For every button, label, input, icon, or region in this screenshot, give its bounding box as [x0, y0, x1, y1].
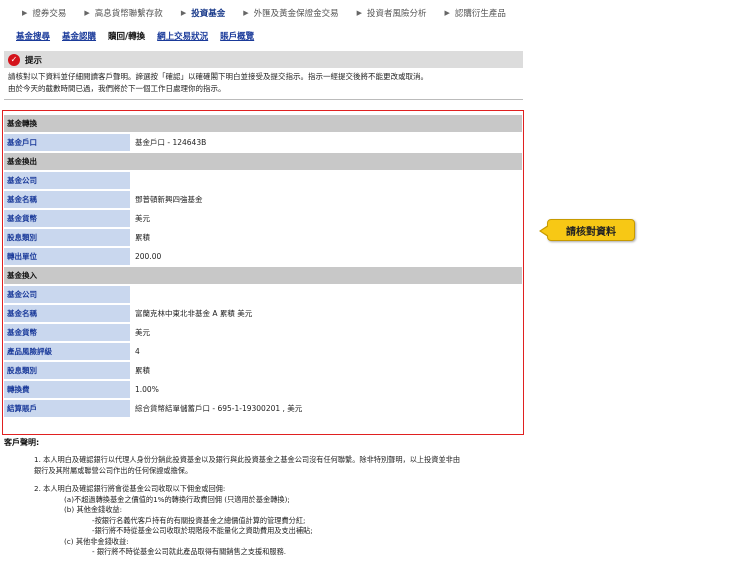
in-currency-value: 美元	[130, 324, 522, 341]
notice-line: 請核對以下資料並仔細閱讀客戶聲明。諦選按「確認」以確確閣下明白並接受及提交指示。…	[8, 72, 428, 81]
section-header-in: 基金換入	[4, 267, 522, 284]
in-settlement-account-label: 結算賬戶	[4, 400, 130, 417]
triangle-right-icon: ▶	[180, 9, 187, 17]
notice-title: 提示	[25, 55, 43, 66]
declaration-line: - 銀行將不時從基金公司就此產品取得有關銷售之支援和服務.	[92, 547, 287, 556]
out-company-value	[130, 172, 522, 189]
in-company-value	[130, 286, 522, 303]
in-risk-rating-label: 產品風險評級	[4, 343, 130, 360]
triangle-right-icon: ▶	[22, 9, 28, 17]
declaration-line: 1. 本人明白及確認銀行以代理人身份分銷此投資基金以及銀行與此投資基金之基金公司…	[34, 455, 461, 464]
out-units-label: 轉出單位	[4, 248, 130, 265]
declaration-line: 銀行及其附屬或聯營公司作出的任何保證或擔保。	[34, 465, 193, 475]
declaration-line: 2. 本人明白及確認銀行將會從基金公司收取以下佣金或回佣:	[34, 484, 226, 493]
declaration-line: (c) 其他非金錢收益:	[64, 536, 129, 546]
top-nav-tab-funds[interactable]: ▶ 投資基金	[181, 6, 225, 20]
sub-nav-redeem-switch[interactable]: 贖回/轉換	[108, 30, 145, 42]
sub-nav-fund-subscribe[interactable]: 基金認購	[62, 30, 96, 42]
top-nav-tab-derivatives[interactable]: ▶ 認購衍生產品	[445, 6, 506, 20]
top-nav-tab-fx-margin[interactable]: ▶ 外匯及黃金保證金交易	[243, 6, 338, 20]
sub-nav: 基金搜尋 基金認購 贖回/轉換 網上交易狀況 賬戶概覽	[16, 30, 266, 42]
section-header-out: 基金換出	[4, 153, 522, 170]
top-nav-tab-deposit[interactable]: ▶ 高息貨幣聯繫存款	[84, 6, 162, 20]
out-fund-name-value: 鄧普頓新興四強基金	[130, 191, 522, 208]
out-currency-value: 美元	[130, 210, 522, 227]
notice-line: 由於今天的截數時間已過，我們將於下一個工作日處理你的指示。	[8, 84, 226, 93]
triangle-right-icon: ▶	[356, 9, 363, 17]
fund-account-value: 基金戶口 - 124643B	[130, 134, 522, 151]
top-nav: ▶ 證券交易 ▶ 高息貨幣聯繫存款 ▶ 投資基金 ▶ 外匯及黃金保證金交易 ▶ 投資者風險…	[22, 6, 524, 20]
check-data-callout: 請核對資料	[539, 219, 635, 241]
out-company-label: 基金公司	[4, 172, 130, 189]
in-company-label: 基金公司	[4, 286, 130, 303]
in-fund-name-value: 富蘭克林中東北非基金 A 累積 美元	[130, 305, 522, 322]
in-switch-fee-label: 轉換費	[4, 381, 130, 398]
notice-header: ✓ 提示	[4, 51, 523, 68]
out-units-value: 200.00	[130, 248, 522, 265]
sub-nav-fund-search[interactable]: 基金搜尋	[16, 30, 50, 42]
in-fund-name-label: 基金名稱	[4, 305, 130, 322]
divider	[4, 99, 523, 100]
declaration-line: (b) 其他金錢收益:	[64, 505, 123, 514]
fund-switch-table: 基金轉換 基金戶口 基金戶口 - 124643B 基金換出 基金公司 基金名稱 …	[4, 113, 522, 419]
out-share-class-label: 股息類別	[4, 229, 130, 246]
declaration-body: 1. 本人明白及確認銀行以代理人身份分銷此投資基金以及銀行與此投資基金之基金公司…	[34, 455, 524, 558]
sub-nav-online-status[interactable]: 網上交易狀況	[157, 30, 208, 42]
in-share-class-value: 累積	[130, 362, 522, 379]
triangle-right-icon: ▶	[243, 9, 249, 17]
triangle-right-icon: ▶	[84, 9, 90, 17]
in-settlement-account-value: 綜合貨幣結單儲蓄戶口 - 695-1-19300201 , 美元	[130, 400, 522, 417]
declaration-line: -按銀行名義代客戶持有的有關投資基金之總價值計算的管理費分紅;	[92, 515, 306, 525]
in-risk-rating-value: 4	[130, 343, 522, 360]
top-nav-tab-risk-analysis[interactable]: ▶ 投資者風險分析	[357, 6, 427, 20]
out-currency-label: 基金貨幣	[4, 210, 130, 227]
in-share-class-label: 股息類別	[4, 362, 130, 379]
declaration-title: 客戶聲明:	[4, 438, 40, 447]
declaration-line: -銀行將不時從基金公司收取於現階段不能量化之資助費用及支出補貼;	[92, 526, 313, 535]
notice-body: 請核對以下資料並仔細閱讀客戶聲明。諦選按「確認」以確確閣下明白並接受及提交指示。…	[8, 71, 523, 95]
in-switch-fee-value: 1.00%	[130, 381, 522, 398]
out-fund-name-label: 基金名稱	[4, 191, 130, 208]
in-currency-label: 基金貨幣	[4, 324, 130, 341]
triangle-right-icon: ▶	[444, 9, 450, 17]
out-share-class-value: 累積	[130, 229, 522, 246]
checkmark-icon: ✓	[8, 53, 20, 66]
declaration-line: (a)不超過轉換基金之價值的1%的轉換行政費回佣 (只適用於基金轉換);	[64, 494, 290, 504]
section-header-switch: 基金轉換	[4, 115, 522, 132]
top-nav-tab-securities[interactable]: ▶ 證券交易	[22, 6, 66, 20]
fund-account-label: 基金戶口	[4, 134, 130, 151]
sub-nav-account-overview[interactable]: 賬戶概覽	[220, 30, 254, 42]
